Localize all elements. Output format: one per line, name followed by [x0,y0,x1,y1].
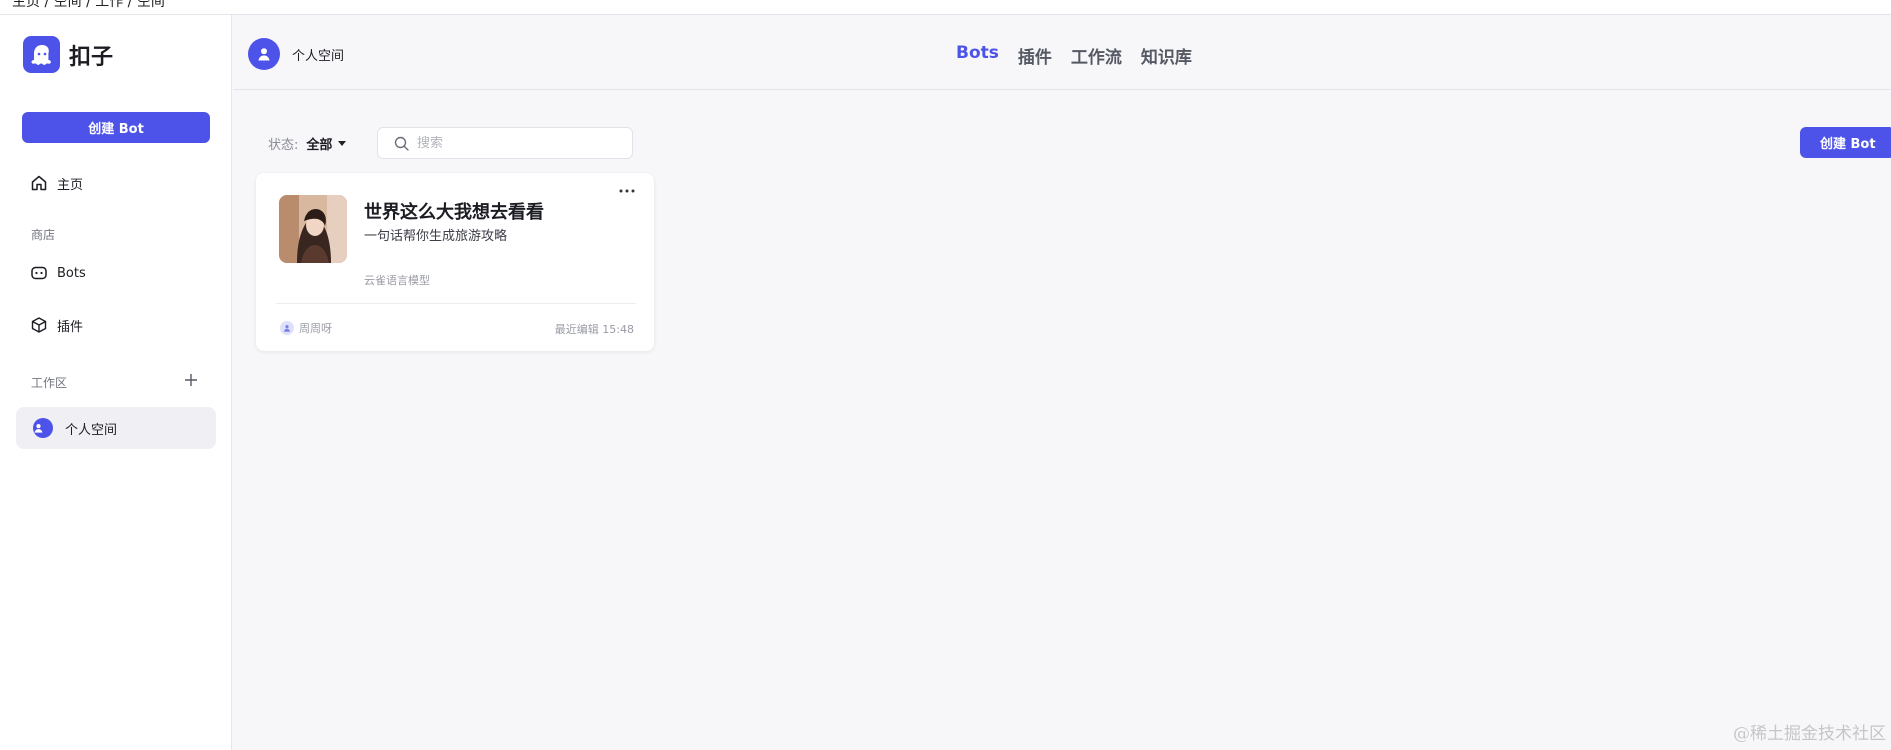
watermark: @稀土掘金技术社区 [1733,724,1886,744]
sidebar-item-label: 插件 [57,319,84,335]
bot-face-icon [31,266,47,280]
top-tabs: Bots 插件 工作流 知识库 [956,43,1192,68]
more-options-icon[interactable] [616,183,638,199]
cube-icon [31,317,47,333]
home-icon [31,175,47,191]
sidebar-item-home[interactable]: 主页 [16,165,216,201]
top-strip-text: 主页 / 空间 / 工作 / 空间 [12,0,165,10]
search-field[interactable] [377,127,633,159]
space-name: 个人空间 [292,48,345,64]
search-input[interactable] [417,135,617,151]
bot-avatar-image [279,195,347,263]
main-header: 个人空间 Bots 插件 工作流 知识库 [233,15,1891,90]
bot-card[interactable]: 世界这么大我想去看看 一句话帮你生成旅游攻略 云雀语言模型 周周呀 最近编辑 1… [256,173,654,351]
sidebar: 扣子 创建 Bot 主页 商店 Bots 插件 工作区 个人空间 [0,15,232,750]
status-value: 全部 [306,138,333,153]
create-bot-button-main[interactable]: 创建 Bot [1800,127,1891,158]
user-avatar-icon [33,418,53,438]
bot-model: 云雀语言模型 [364,274,430,287]
author-avatar-icon [280,321,294,335]
sidebar-item-personal-space[interactable]: 个人空间 [16,407,216,449]
sidebar-item-label: Bots [57,265,86,281]
brand-name: 扣子 [69,44,114,70]
bot-description: 一句话帮你生成旅游攻略 [364,229,508,244]
sidebar-item-label: 主页 [57,177,84,193]
author-name: 周周呀 [299,322,332,335]
ghost-logo-icon [23,36,60,73]
status-filter-dropdown[interactable]: 状态: 全部 [268,134,347,153]
plus-icon [185,374,197,386]
tab-knowledge[interactable]: 知识库 [1141,43,1192,68]
tab-plugins[interactable]: 插件 [1018,43,1052,68]
sidebar-item-bots[interactable]: Bots [16,255,216,291]
search-icon [394,136,409,151]
store-section-label: 商店 [31,228,56,242]
workspace-section-label: 工作区 [31,376,68,390]
status-label: 状态: [268,138,299,153]
tab-workflows[interactable]: 工作流 [1071,43,1122,68]
brand[interactable]: 扣子 [23,36,113,73]
bot-edited-time: 最近编辑 15:48 [554,323,634,336]
add-workspace-button[interactable] [182,371,200,389]
user-avatar-icon [248,38,280,70]
sidebar-item-plugins[interactable]: 插件 [16,307,216,343]
app-root: 主页 / 空间 / 工作 / 空间 扣子 创建 Bot 主页 商店 Bots 插… [0,0,1891,750]
caret-down-icon [338,141,347,146]
bot-author: 周周呀 [280,320,332,336]
sidebar-item-label: 个人空间 [65,422,118,438]
card-divider [276,303,636,304]
space-switcher[interactable]: 个人空间 [248,38,344,70]
create-bot-button[interactable]: 创建 Bot [22,112,210,143]
top-browser-strip: 主页 / 空间 / 工作 / 空间 [0,0,1891,15]
tab-bots[interactable]: Bots [956,43,999,68]
bot-name: 世界这么大我想去看看 [364,202,544,223]
